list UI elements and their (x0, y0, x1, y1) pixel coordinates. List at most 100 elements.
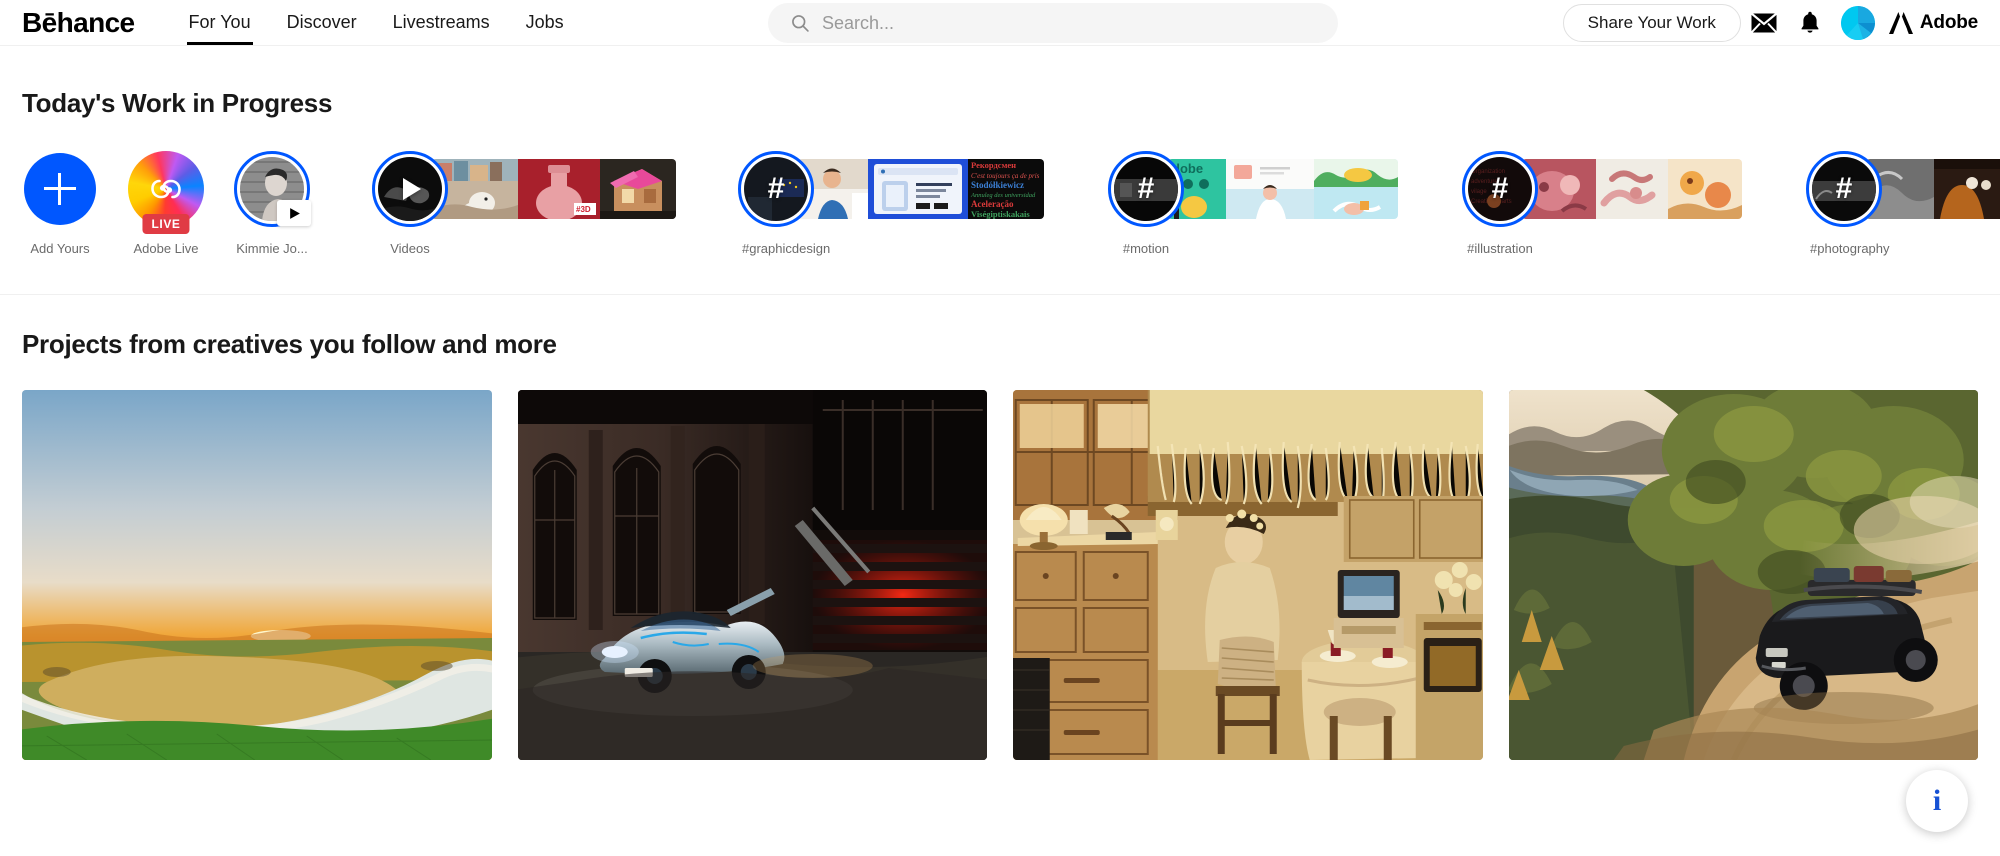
adobe-live-ring[interactable]: LIVE (128, 151, 204, 234)
nav-label: Jobs (525, 12, 564, 32)
story-visual: # (738, 151, 1044, 227)
play-button-chip[interactable] (277, 200, 311, 226)
nav-item-livestreams[interactable]: Livestreams (375, 0, 508, 45)
story-photography[interactable]: # #photography (1806, 151, 2000, 256)
story-adobe-live[interactable]: LIVE Adobe Live (128, 151, 204, 256)
project-card-sunset-river-delta[interactable] (22, 390, 492, 760)
story-illustration[interactable]: Organization adventure vilage Creative hea… (1462, 151, 1742, 256)
play-icon (289, 207, 300, 219)
story-label: Add Yours (30, 241, 90, 256)
story-ring[interactable] (234, 151, 311, 227)
bell-icon (1801, 11, 1819, 33)
notifications-button[interactable] (1787, 0, 1833, 45)
mail-icon (1750, 12, 1777, 33)
hashtag-cover: # (744, 157, 808, 221)
wip-section-title: Today's Work in Progress (22, 88, 333, 118)
project-thumbnail (517, 390, 987, 760)
story-visual (234, 151, 311, 227)
story-label: #graphicdesign (742, 241, 831, 256)
project-thumbnail (1013, 390, 1483, 760)
svg-text:Aceleração: Aceleração (971, 199, 1014, 209)
story-ring[interactable]: # (1108, 151, 1184, 227)
search-icon (792, 15, 809, 32)
avatar-image (1840, 5, 1875, 40)
adobe-brand[interactable]: Adobe (1888, 11, 1978, 34)
story-ring[interactable]: Organization adventure vilage Creative hea… (1462, 151, 1538, 227)
projects-section-title: Projects from creatives you follow and m… (22, 329, 557, 359)
nav-label: Livestreams (392, 12, 490, 32)
story-thumbnail-strip[interactable] (1866, 159, 2000, 219)
story-label: #illustration (1467, 241, 1533, 256)
hashtag-glyph: # (744, 157, 808, 221)
story-graphicdesign[interactable]: # Рекордсмен C'est toujours ça de pris S… (738, 151, 1044, 256)
project-card-suv-mountain-trail[interactable] (1508, 390, 1978, 760)
info-icon: i (1932, 784, 1942, 817)
thumbnail[interactable] (1934, 159, 2000, 219)
share-your-work-button[interactable]: Share Your Work (1562, 3, 1741, 42)
thumbnail[interactable] (1226, 159, 1314, 219)
hashtag-cover: # (1114, 157, 1178, 221)
story-motion[interactable]: # dobe #motion (1108, 151, 1398, 256)
story-label: #photography (1810, 241, 1890, 256)
svg-text:Viségiptiskakais: Viségiptiskakais (971, 209, 1030, 219)
play-icon (395, 174, 425, 204)
svg-text:Рекордсмен: Рекордсмен (971, 160, 1016, 170)
story-visual: Organization adventure vilage Creative hea… (1462, 151, 1742, 227)
story-label: Adobe Live (133, 241, 199, 256)
stories-row[interactable]: Add Yours LIVE Adobe Live Kimmie Jo... #… (0, 119, 2000, 256)
project-thumbnail (1508, 390, 1978, 760)
adobe-label: Adobe (1919, 11, 1978, 33)
nav-item-jobs[interactable]: Jobs (508, 0, 582, 45)
story-ring[interactable]: # (738, 151, 814, 227)
project-card-golden-kitchen-interior[interactable] (1013, 390, 1483, 760)
story-ring[interactable] (372, 151, 448, 227)
info-floating-button[interactable]: i (1906, 770, 1968, 832)
story-thumbnail-strip[interactable] (1522, 159, 1742, 219)
behance-logo[interactable]: Bēhance (22, 8, 135, 37)
nav-label: For You (188, 12, 251, 32)
thumbnail[interactable] (868, 159, 968, 219)
hash-symbol: # (1835, 172, 1853, 205)
svg-text:Stodółkiewicz: Stodółkiewicz (971, 180, 1024, 190)
hashtag-cover: # (1812, 157, 1876, 221)
story-visual: # dobe (1108, 151, 1398, 227)
thumbnail[interactable] (1596, 159, 1668, 219)
avatar[interactable] (1840, 5, 1875, 40)
thumbnail[interactable] (600, 159, 676, 219)
search-box[interactable] (768, 3, 1338, 43)
search-input[interactable] (822, 12, 1262, 34)
story-label: Videos (390, 241, 430, 256)
hash-symbol: # (1491, 172, 1509, 205)
hashtag-glyph: # (1812, 157, 1876, 221)
thumbnail[interactable]: Рекордсмен C'est toujours ça de pris Sto… (968, 159, 1044, 219)
add-yours-circle[interactable] (24, 153, 96, 225)
story-ring[interactable]: # (1806, 151, 1882, 227)
creative-cloud-icon (151, 179, 181, 199)
projects-section: Projects from creatives you follow and m… (0, 295, 2000, 760)
story-label: #motion (1122, 241, 1170, 256)
story-thumbnail-strip[interactable]: Рекордсмен C'est toujours ça de pris Sto… (798, 159, 1044, 219)
svg-text:C'est toujours ça de pris: C'est toujours ça de pris (971, 172, 1040, 180)
svg-text:#3D: #3D (576, 205, 591, 214)
svg-text:Annuleg des universidad: Annuleg des universidad (970, 192, 1036, 199)
project-card-silver-supercar-night[interactable] (517, 390, 987, 760)
hashtag-glyph: # (1468, 157, 1532, 221)
story-visual: #3D (372, 151, 676, 227)
story-thumbnail-strip[interactable]: dobe (1168, 159, 1398, 219)
nav-item-for-you[interactable]: For You (171, 0, 269, 45)
story-thumbnail-strip[interactable]: #3D (432, 159, 676, 219)
messages-button[interactable] (1741, 0, 1787, 45)
thumbnail[interactable] (1314, 159, 1398, 219)
projects-grid (0, 360, 2000, 760)
hash-symbol: # (767, 172, 785, 205)
story-kimmie-jo[interactable]: Kimmie Jo... (234, 151, 311, 256)
search-container (768, 3, 1338, 43)
story-add-yours[interactable]: Add Yours (22, 151, 98, 256)
nav-item-discover[interactable]: Discover (269, 0, 375, 45)
story-videos[interactable]: #3D Videos (372, 151, 676, 256)
thumbnail[interactable]: #3D (518, 159, 600, 219)
main-nav: For You Discover Livestreams Jobs (171, 0, 582, 45)
hashtag-glyph: # (1114, 157, 1178, 221)
story-visual (22, 151, 98, 227)
thumbnail[interactable] (1668, 159, 1742, 219)
